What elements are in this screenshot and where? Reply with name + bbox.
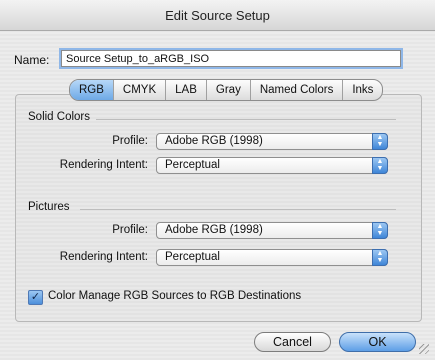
updown-arrows-icon: ▲ ▼ bbox=[372, 157, 388, 174]
updown-arrows-icon: ▲ ▼ bbox=[372, 222, 388, 239]
tab-lab[interactable]: LAB bbox=[166, 80, 207, 100]
tab-cmyk[interactable]: CMYK bbox=[114, 80, 167, 100]
pictures-intent-value: Perceptual bbox=[165, 251, 220, 263]
updown-arrows-icon: ▲ ▼ bbox=[372, 249, 388, 266]
solid-intent-label: Rendering Intent: bbox=[59, 159, 148, 171]
solid-profile-value: Adobe RGB (1998) bbox=[165, 135, 263, 147]
pictures-profile-value: Adobe RGB (1998) bbox=[165, 224, 263, 236]
pictures-profile-label: Profile: bbox=[112, 224, 148, 236]
solid-colors-divider bbox=[96, 119, 396, 120]
solid-intent-value: Perceptual bbox=[165, 159, 220, 171]
solid-colors-heading: Solid Colors bbox=[28, 111, 90, 123]
color-manage-checkbox[interactable]: ✓ bbox=[28, 290, 43, 305]
title-bar[interactable]: Edit Source Setup bbox=[0, 0, 435, 31]
resize-grip-icon[interactable] bbox=[419, 344, 429, 354]
tab-gray[interactable]: Gray bbox=[207, 80, 251, 100]
window-title: Edit Source Setup bbox=[165, 8, 270, 23]
edit-source-setup-dialog: Edit Source Setup Name: Source Setup_to_… bbox=[0, 0, 435, 360]
cancel-button[interactable]: Cancel bbox=[254, 332, 331, 352]
tab-rgb[interactable]: RGB bbox=[70, 80, 114, 100]
updown-arrows-icon: ▲ ▼ bbox=[372, 133, 388, 150]
name-label: Name: bbox=[14, 53, 50, 67]
solid-profile-label: Profile: bbox=[112, 135, 148, 147]
ok-button[interactable]: OK bbox=[339, 332, 416, 352]
color-manage-checkbox-label: Color Manage RGB Sources to RGB Destinat… bbox=[48, 290, 302, 302]
pictures-intent-popup[interactable]: Perceptual ▲ ▼ bbox=[156, 249, 388, 266]
pictures-intent-label: Rendering Intent: bbox=[59, 251, 148, 263]
settings-group-box bbox=[15, 94, 422, 322]
color-space-tabs: RGB CMYK LAB Gray Named Colors Inks bbox=[69, 79, 384, 101]
solid-intent-popup[interactable]: Perceptual ▲ ▼ bbox=[156, 157, 388, 174]
tab-named-colors[interactable]: Named Colors bbox=[251, 80, 344, 100]
pictures-divider bbox=[80, 209, 396, 210]
pictures-heading: Pictures bbox=[28, 201, 70, 213]
name-input[interactable]: Source Setup_to_aRGB_ISO bbox=[61, 50, 401, 67]
solid-profile-popup[interactable]: Adobe RGB (1998) ▲ ▼ bbox=[156, 133, 388, 150]
tab-inks[interactable]: Inks bbox=[343, 80, 382, 100]
pictures-profile-popup[interactable]: Adobe RGB (1998) ▲ ▼ bbox=[156, 222, 388, 239]
